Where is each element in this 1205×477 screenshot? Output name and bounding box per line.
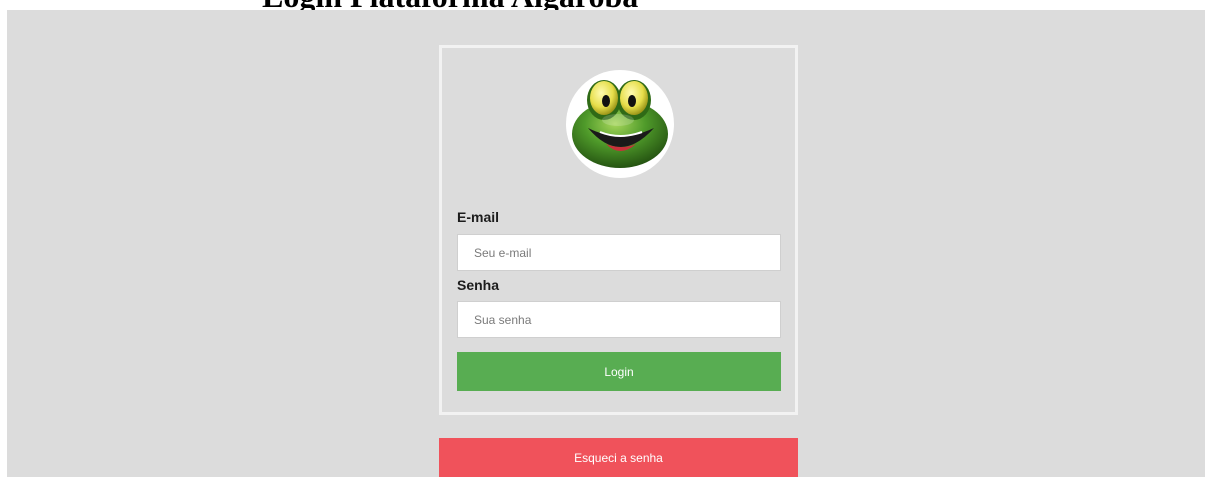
email-field[interactable] [457, 234, 781, 271]
avatar [566, 70, 674, 178]
login-page: E-mail Senha Login Esqueci a senha [7, 10, 1205, 477]
password-field[interactable] [457, 301, 781, 338]
email-label: E-mail [457, 209, 500, 225]
login-form: E-mail Senha Login [439, 45, 798, 415]
frog-avatar-icon [572, 80, 668, 168]
forgot-password-button[interactable]: Esqueci a senha [439, 438, 798, 477]
login-button[interactable]: Login [457, 352, 781, 391]
password-label: Senha [457, 277, 500, 293]
page-title: Login Plataforma Algaroba [262, 0, 638, 10]
page-header: Login Plataforma Algaroba [0, 0, 1205, 10]
